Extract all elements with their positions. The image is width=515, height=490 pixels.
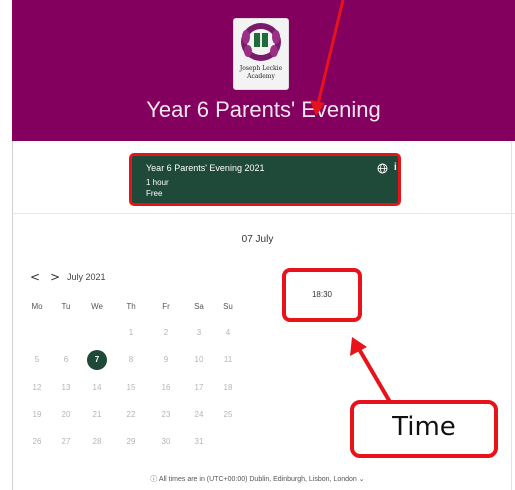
- calendar-day: 13: [61, 383, 71, 392]
- page-title: Year 6 Parents' Evening: [146, 97, 381, 122]
- calendar-day: 23: [161, 410, 171, 419]
- calendar-day: 15: [126, 383, 136, 392]
- section-divider: [12, 213, 515, 214]
- logo-text-line2: Academy: [247, 73, 275, 80]
- weekday-label: Sa: [194, 302, 204, 311]
- calendar-day: 20: [61, 410, 71, 419]
- timezone-note[interactable]: ⓘ All times are in (UTC+00:00) Dublin, E…: [0, 474, 515, 484]
- calendar-day: 19: [32, 410, 42, 419]
- calendar-day: 8: [128, 355, 134, 364]
- school-logo: Joseph Leckie Academy: [233, 18, 289, 90]
- previous-month-button[interactable]: <: [30, 270, 40, 284]
- event-price: Free: [146, 189, 163, 198]
- calendar-day: 6: [63, 355, 69, 364]
- calendar-day: 1: [128, 328, 134, 337]
- time-slot-label: 18:30: [311, 290, 333, 299]
- weekday-label: Mo: [31, 302, 43, 311]
- calendar-day: 11: [223, 355, 233, 364]
- calendar-day: 16: [161, 383, 171, 392]
- annotation-arrow-bottom: [350, 337, 392, 404]
- calendar-day: 12: [32, 383, 42, 392]
- time-slot-button[interactable]: 18:30: [282, 268, 362, 322]
- calendar-day: 14: [92, 383, 102, 392]
- weekday-label: We: [91, 302, 103, 311]
- event-duration: 1 hour: [146, 178, 169, 187]
- weekday-label: Tu: [61, 302, 71, 311]
- page-right-border: [511, 141, 512, 490]
- calendar-day-selected[interactable]: 7: [87, 350, 107, 370]
- month-label: July 2021: [67, 272, 106, 282]
- next-month-button[interactable]: >: [50, 270, 60, 284]
- logo-text-line1: Joseph Leckie: [239, 65, 283, 72]
- calendar-day: 10: [194, 355, 204, 364]
- info-icon[interactable]: i: [394, 162, 397, 173]
- selected-date-heading: 07 July: [241, 234, 274, 245]
- calendar-day: 5: [34, 355, 40, 364]
- calendar-day: 29: [126, 437, 136, 446]
- calendar-day: 31: [194, 437, 204, 446]
- calendar-day: 26: [32, 437, 42, 446]
- globe-icon[interactable]: [377, 163, 388, 174]
- event-card[interactable]: Year 6 Parents' Evening 2021 1 hour Free…: [129, 153, 401, 206]
- weekday-label: Th: [126, 302, 136, 311]
- calendar-day: 2: [163, 328, 169, 337]
- calendar-day: 4: [225, 328, 231, 337]
- calendar-day: 30: [161, 437, 171, 446]
- calendar-day: 28: [92, 437, 102, 446]
- calendar-day: 21: [92, 410, 102, 419]
- page-left-border: [12, 141, 13, 490]
- calendar-day: 18: [223, 383, 233, 392]
- calendar-day: 27: [61, 437, 71, 446]
- annotation-callout-box: Time: [350, 400, 498, 458]
- annotation-callout-text: Time: [392, 412, 456, 442]
- weekday-label: Fr: [162, 302, 170, 311]
- event-name: Year 6 Parents' Evening 2021: [146, 163, 265, 173]
- calendar-day: 9: [163, 355, 169, 364]
- calendar-day: 17: [194, 383, 204, 392]
- weekday-label: Su: [223, 302, 233, 311]
- calendar-day: 3: [196, 328, 202, 337]
- calendar-day: 24: [194, 410, 204, 419]
- calendar-day: 22: [126, 410, 136, 419]
- calendar-day: 25: [223, 410, 233, 419]
